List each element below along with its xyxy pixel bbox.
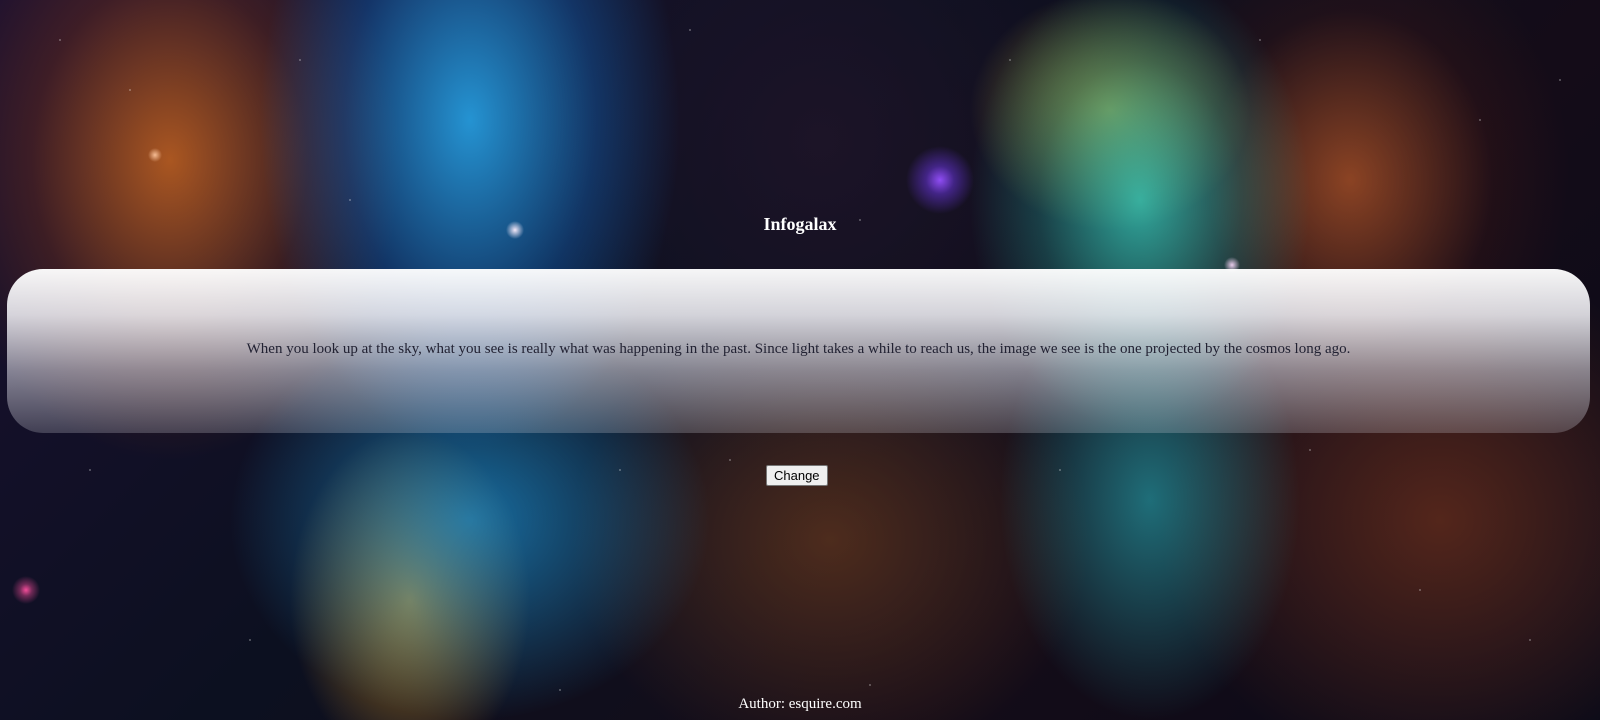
fact-text: When you look up at the sky, what you se… [246, 341, 1351, 357]
page-title: Infogalax [763, 214, 837, 234]
fact-panel: When you look up at the sky, what you se… [7, 269, 1590, 433]
author-credit: Author: esquire.com [738, 696, 862, 712]
change-button[interactable]: Change [766, 465, 828, 486]
